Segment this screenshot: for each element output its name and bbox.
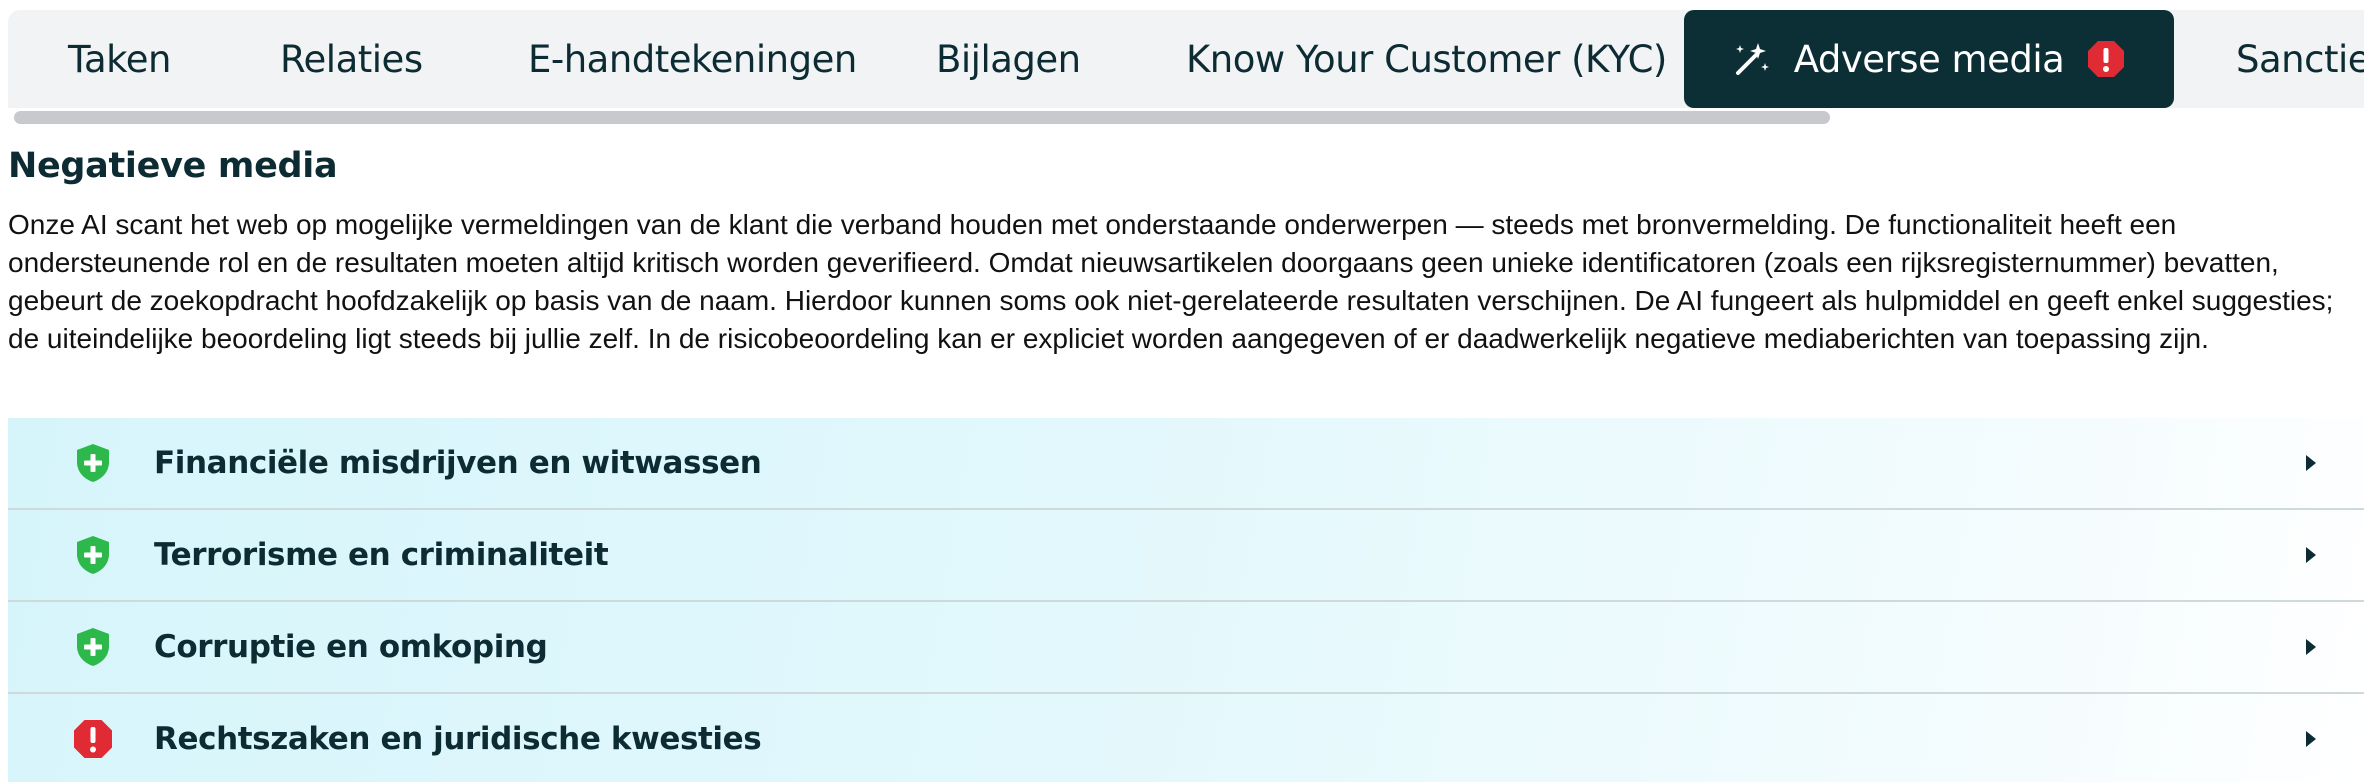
tab-bar: Taken Relaties E-handtekeningen Bijlagen… — [8, 10, 2364, 108]
tab-e-handtekeningen[interactable]: E-handtekeningen — [528, 10, 857, 108]
magic-wand-icon — [1735, 43, 1769, 75]
tab-bijlagen[interactable]: Bijlagen — [936, 10, 1081, 108]
accordion-item-label: Terrorisme en criminaliteit — [154, 537, 609, 573]
category-accordion: Financiële misdrijven en witwassen Terro… — [8, 418, 2364, 782]
caret-right-icon — [2306, 547, 2316, 563]
tab-taken[interactable]: Taken — [68, 10, 171, 108]
accordion-item-label: Corruptie en omkoping — [154, 629, 548, 665]
shield-plus-icon — [77, 628, 109, 666]
tab-adverse-media[interactable]: Adverse media — [1684, 10, 2174, 108]
tab-label: Bijlagen — [936, 37, 1081, 81]
section-description: Onze AI scant het web op mogelijke verme… — [8, 209, 2334, 354]
shield-plus-icon — [77, 444, 109, 482]
tab-sancties[interactable]: Sancties — [2236, 10, 2364, 108]
caret-right-icon — [2306, 639, 2316, 655]
accordion-item-label: Financiële misdrijven en witwassen — [154, 445, 762, 481]
tab-bar-container: Taken Relaties E-handtekeningen Bijlagen… — [0, 0, 2364, 124]
caret-right-icon — [2306, 455, 2316, 471]
tab-kyc[interactable]: Know Your Customer (KYC) — [1186, 10, 1667, 108]
section-title: Negatieve media — [8, 146, 338, 186]
tab-label: Know Your Customer (KYC) — [1186, 37, 1667, 81]
tab-relaties[interactable]: Relaties — [280, 10, 423, 108]
tab-label: E-handtekeningen — [528, 37, 857, 81]
accordion-item-corruptie[interactable]: Corruptie en omkoping — [8, 602, 2364, 692]
accordion-item-label: Rechtszaken en juridische kwesties — [154, 721, 762, 757]
tab-label: Relaties — [280, 37, 423, 81]
accordion-item-financiele-misdrijven[interactable]: Financiële misdrijven en witwassen — [8, 418, 2364, 508]
shield-plus-icon — [77, 536, 109, 574]
tab-label: Taken — [68, 37, 171, 81]
accordion-item-rechtszaken[interactable]: Rechtszaken en juridische kwesties — [8, 694, 2364, 784]
tab-label: Adverse media — [1793, 37, 2065, 81]
alert-octagon-icon — [2088, 41, 2125, 77]
horizontal-scrollbar[interactable] — [14, 111, 1830, 124]
tab-label: Sancties — [2236, 37, 2364, 81]
alert-octagon-icon — [74, 720, 112, 758]
accordion-item-terrorisme[interactable]: Terrorisme en criminaliteit — [8, 510, 2364, 600]
caret-right-icon — [2306, 731, 2316, 747]
